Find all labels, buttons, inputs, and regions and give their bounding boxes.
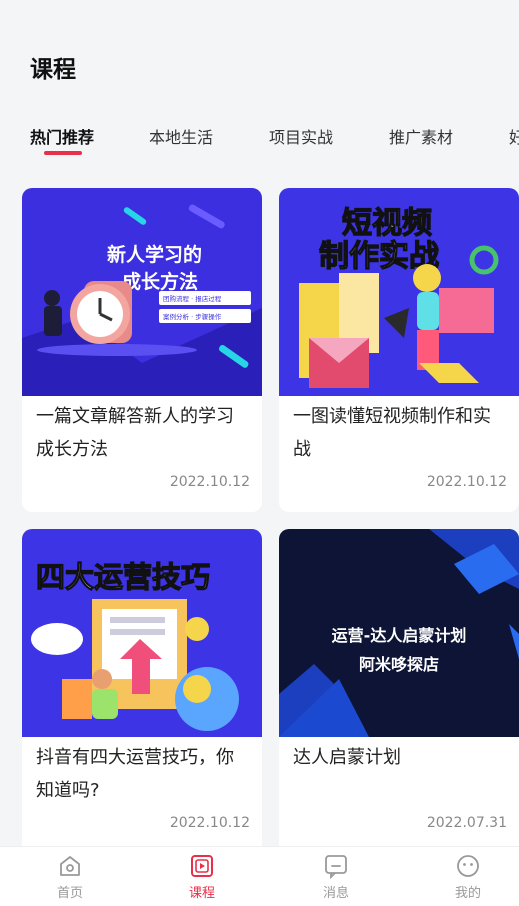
- course-icon: [191, 855, 213, 877]
- course-card-3[interactable]: 四大运营技巧 抖音有四大运营技巧，你知道吗? 2022.10.12: [22, 529, 262, 859]
- page-title: 课程: [30, 57, 76, 83]
- home-icon: [60, 856, 80, 876]
- course-date: 2022.10.12: [169, 815, 250, 831]
- course-title: 达人启蒙计划: [293, 747, 401, 768]
- course-title: 抖音有四大运营技巧，你知道吗?: [36, 747, 234, 801]
- course-thumbnail-3: 四大运营技巧: [22, 529, 262, 737]
- bottom-tab-bar: 首页 课程 消息 我的: [0, 846, 519, 906]
- tabbar-home[interactable]: 首页: [30, 853, 110, 901]
- course-date: 2022.07.31: [426, 815, 507, 831]
- tab-project-practice[interactable]: 项目实战: [269, 124, 333, 148]
- course-date: 2022.10.12: [426, 474, 507, 490]
- profile-icon: [457, 855, 479, 877]
- category-tabs: 热门推荐 本地生活 项目实战 推广素材 好: [0, 118, 519, 162]
- course-thumbnail-4: 运营-达人启蒙计划 阿米哆探店: [279, 529, 519, 737]
- course-thumbnail-1: 新人学习的 成长方法 团购流程 · 报店过程 案例分析 · 步骤操作: [22, 188, 262, 396]
- thumb-headline: 短视频: [342, 206, 432, 241]
- tabbar-label: 课程: [188, 886, 215, 901]
- course-title: 一篇文章解答新人的学习成长方法: [36, 406, 234, 460]
- course-card-1[interactable]: 新人学习的 成长方法 团购流程 · 报店过程 案例分析 · 步骤操作 一篇文章解…: [22, 188, 262, 512]
- tabbar-message[interactable]: 消息: [296, 853, 376, 901]
- thumb-tag: 团购流程 · 报店过程: [163, 294, 222, 303]
- tab-promo-material[interactable]: 推广素材: [389, 124, 453, 148]
- course-card-4[interactable]: 运营-达人启蒙计划 阿米哆探店 达人启蒙计划 2022.07.31: [279, 529, 519, 859]
- tab-partial[interactable]: 好: [509, 124, 519, 148]
- course-date: 2022.10.12: [169, 474, 250, 490]
- active-tab-indicator: [44, 151, 82, 155]
- tabbar-course[interactable]: 课程: [162, 853, 242, 901]
- tab-hot-recommend[interactable]: 热门推荐: [30, 124, 94, 148]
- tab-local-life[interactable]: 本地生活: [149, 124, 213, 148]
- thumb-headline-2: 成长方法: [122, 270, 198, 293]
- course-card-2[interactable]: 短视频 制作实战 一图读懂短视频制作和实战 2022.10.12: [279, 188, 519, 512]
- course-thumbnail-2: 短视频 制作实战: [279, 188, 519, 396]
- thumb-headline: 运营-达人启蒙计划: [332, 626, 467, 645]
- tabbar-label: 首页: [56, 886, 83, 901]
- tabbar-profile[interactable]: 我的: [428, 853, 508, 901]
- tabbar-label: 我的: [454, 886, 481, 901]
- thumb-headline: 新人学习的: [107, 243, 202, 266]
- thumb-headline: 四大运营技巧: [36, 560, 210, 594]
- course-title: 一图读懂短视频制作和实战: [293, 406, 491, 460]
- tabbar-label: 消息: [322, 886, 349, 901]
- message-icon: [325, 855, 347, 879]
- thumb-tag: 案例分析 · 步骤操作: [163, 312, 222, 321]
- thumb-headline-2: 阿米哆探店: [359, 655, 439, 674]
